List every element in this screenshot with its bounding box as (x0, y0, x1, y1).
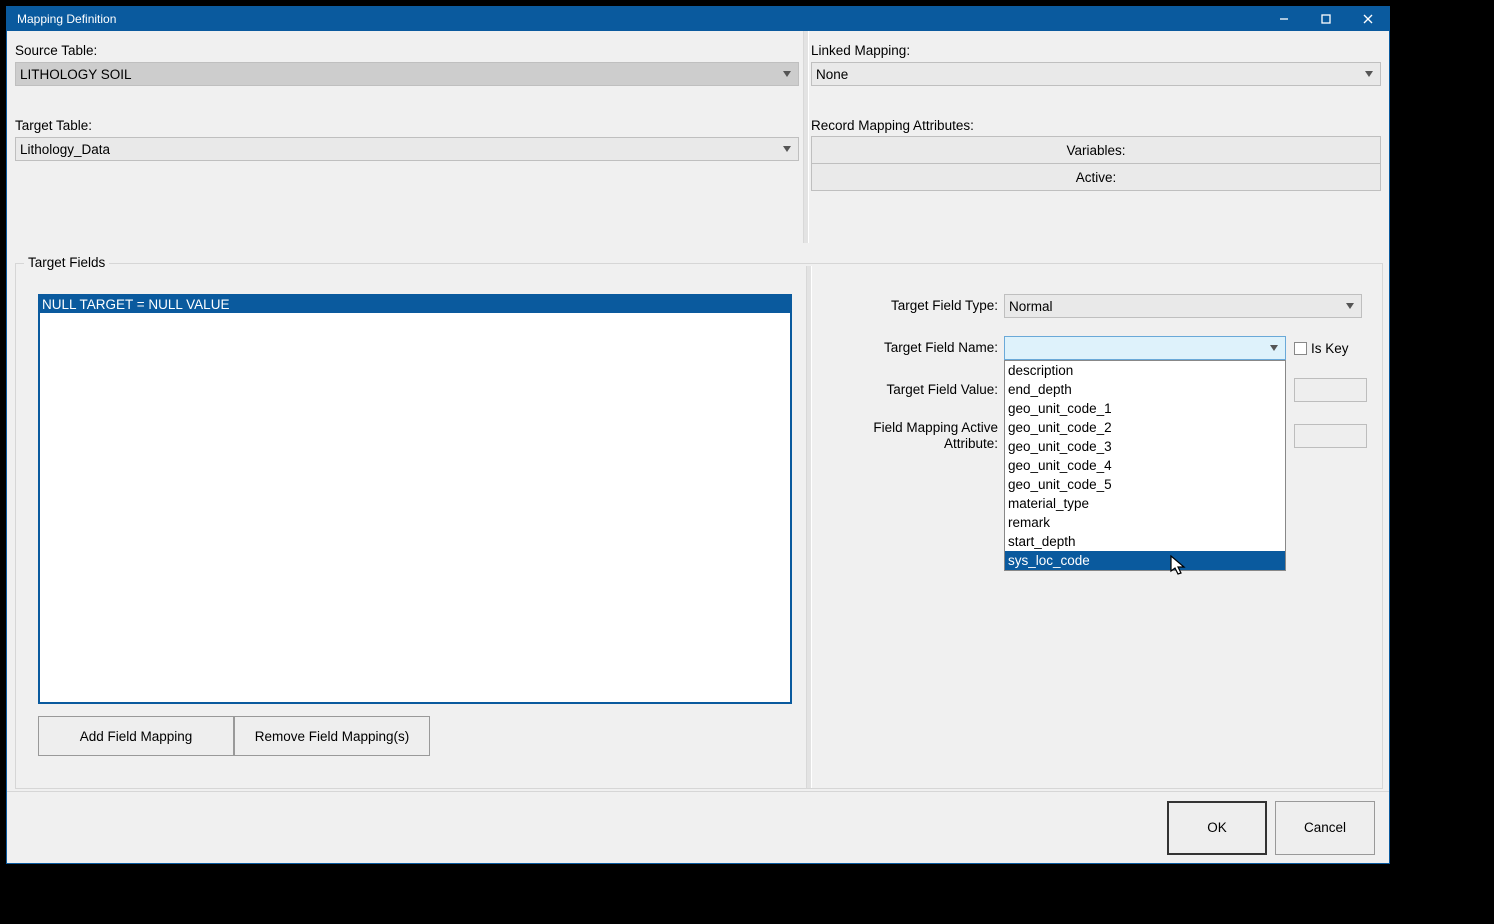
target-field-name-dropdown[interactable]: descriptionend_depthgeo_unit_code_1geo_u… (1004, 360, 1286, 571)
titlebar: Mapping Definition (7, 7, 1389, 31)
chevron-down-icon (778, 140, 796, 158)
target-field-type-label: Target Field Type: (824, 298, 1004, 314)
record-attr-variables[interactable]: Variables: (811, 136, 1381, 164)
vertical-separator (803, 31, 809, 243)
linked-mapping-combo[interactable]: None (811, 62, 1381, 86)
dialog-footer: OK Cancel (7, 791, 1389, 863)
list-item[interactable]: NULL TARGET = NULL VALUE (40, 296, 790, 313)
is-key-label: Is Key (1311, 341, 1349, 356)
minimize-button[interactable] (1263, 7, 1305, 31)
chevron-down-icon (1360, 65, 1378, 83)
chevron-down-icon (1265, 339, 1283, 357)
target-fields-group: Target Fields NULL TARGET = NULL VALUE A… (15, 263, 1383, 789)
linked-mapping-label: Linked Mapping: (811, 43, 1381, 58)
target-field-name-combo[interactable] (1004, 336, 1286, 360)
dropdown-option[interactable]: description (1005, 361, 1285, 380)
maximize-button[interactable] (1305, 7, 1347, 31)
dropdown-option[interactable]: sys_loc_code (1005, 551, 1285, 570)
cancel-button[interactable]: Cancel (1275, 801, 1375, 855)
dropdown-option[interactable]: end_depth (1005, 380, 1285, 399)
target-table-combo[interactable]: Lithology_Data (15, 137, 799, 161)
dropdown-option[interactable]: geo_unit_code_5 (1005, 475, 1285, 494)
mapping-definition-window: Mapping Definition Source Table: LITHOLO… (6, 6, 1390, 864)
target-field-value-button[interactable] (1294, 378, 1367, 402)
chevron-down-icon (1341, 297, 1359, 315)
target-field-type-combo[interactable]: Normal (1004, 294, 1362, 318)
remove-field-mapping-button[interactable]: Remove Field Mapping(s) (234, 716, 430, 756)
dropdown-option[interactable]: start_depth (1005, 532, 1285, 551)
record-mapping-attributes-label: Record Mapping Attributes: (811, 118, 1381, 133)
target-field-name-label: Target Field Name: (824, 340, 1004, 356)
vertical-separator (806, 266, 812, 788)
dropdown-option[interactable]: remark (1005, 513, 1285, 532)
chevron-down-icon (778, 65, 796, 83)
add-field-mapping-button[interactable]: Add Field Mapping (38, 716, 234, 756)
dropdown-option[interactable]: geo_unit_code_1 (1005, 399, 1285, 418)
source-table-label: Source Table: (15, 43, 799, 58)
field-mapping-active-attribute-label: Field Mapping Active Attribute: (824, 420, 1004, 451)
record-attr-active[interactable]: Active: (811, 163, 1381, 191)
dropdown-option[interactable]: geo_unit_code_4 (1005, 456, 1285, 475)
dropdown-option[interactable]: geo_unit_code_2 (1005, 418, 1285, 437)
target-fields-list[interactable]: NULL TARGET = NULL VALUE (38, 294, 792, 704)
target-field-value-label: Target Field Value: (824, 382, 1004, 398)
target-fields-caption: Target Fields (24, 255, 109, 270)
window-title: Mapping Definition (17, 12, 116, 26)
is-key-checkbox[interactable] (1294, 342, 1307, 355)
dropdown-option[interactable]: material_type (1005, 494, 1285, 513)
source-table-combo: LITHOLOGY SOIL (15, 62, 799, 86)
close-button[interactable] (1347, 7, 1389, 31)
target-table-label: Target Table: (15, 118, 799, 133)
dropdown-option[interactable]: geo_unit_code_3 (1005, 437, 1285, 456)
field-mapping-active-attribute-button[interactable] (1294, 424, 1367, 448)
ok-button[interactable]: OK (1167, 801, 1267, 855)
